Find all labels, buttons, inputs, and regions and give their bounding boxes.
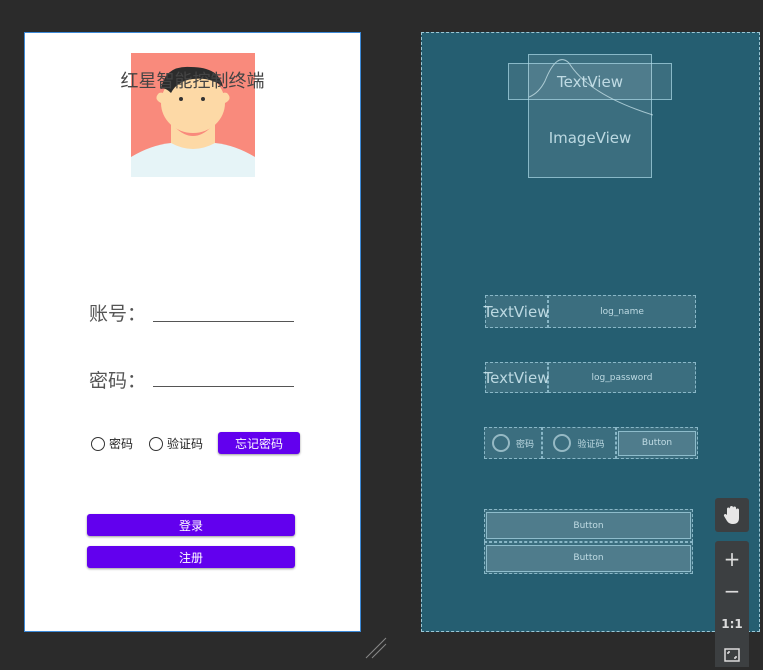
fit-screen-icon (724, 648, 740, 662)
bp-forgot-button-inner: Button (618, 430, 696, 456)
resize-handle-icon[interactable] (364, 636, 388, 660)
bp-password-label[interactable]: TextView (484, 362, 549, 393)
register-button[interactable]: 注册 (87, 546, 295, 568)
account-input[interactable] (153, 321, 294, 322)
hand-icon (723, 506, 739, 524)
password-label: 密码： (89, 370, 147, 392)
radio-code-label: 验证码 (167, 437, 204, 451)
fit-screen-button[interactable] (715, 640, 749, 670)
radio-code[interactable]: 验证码 (149, 435, 203, 452)
bp-account-label[interactable]: TextView (484, 295, 549, 328)
zoom-toolbar: + − 1:1 (715, 541, 749, 667)
radio-password[interactable]: 密码 (91, 435, 133, 452)
bp-account-input[interactable]: log_name (548, 295, 696, 328)
bp-forgot-button[interactable]: Button (616, 427, 698, 459)
design-preview[interactable]: 红星智能控制终端 账号： 密码： 密码 验证码 忘记密码 登录 注册 (24, 32, 361, 632)
bp-radio-password[interactable]: 密码 (484, 427, 542, 459)
zoom-in-button[interactable]: + (715, 544, 749, 574)
zoom-out-button[interactable]: − (715, 576, 749, 606)
bp-register-button[interactable]: Button (484, 542, 693, 574)
app-title: 红星智能控制终端 (120, 71, 265, 92)
password-input[interactable] (153, 386, 294, 387)
bp-login-button[interactable]: Button (484, 509, 693, 542)
bp-title-view[interactable]: TextView (508, 63, 672, 100)
bp-radio-password-label: 密码 (515, 439, 534, 450)
blueprint-preview[interactable]: ImageView TextView TextView log_name Tex… (421, 32, 760, 632)
bp-login-button-inner: Button (486, 512, 691, 539)
bp-password-input[interactable]: log_password (548, 362, 696, 393)
pan-hand-button[interactable] (715, 498, 749, 532)
bp-radio-code[interactable]: 验证码 (542, 427, 616, 459)
actual-size-button[interactable]: 1:1 (715, 609, 749, 639)
forgot-password-button[interactable]: 忘记密码 (218, 432, 300, 454)
account-label: 账号： (89, 303, 147, 325)
bp-radio-circle-icon (553, 434, 572, 452)
radio-circle-icon (91, 436, 105, 451)
login-button[interactable]: 登录 (87, 514, 295, 536)
bp-register-button-inner: Button (486, 544, 691, 572)
bp-radio-code-label: 验证码 (577, 439, 605, 450)
radio-circle-icon (149, 436, 163, 451)
radio-password-label: 密码 (109, 437, 134, 451)
bp-radio-circle-icon (491, 434, 510, 452)
